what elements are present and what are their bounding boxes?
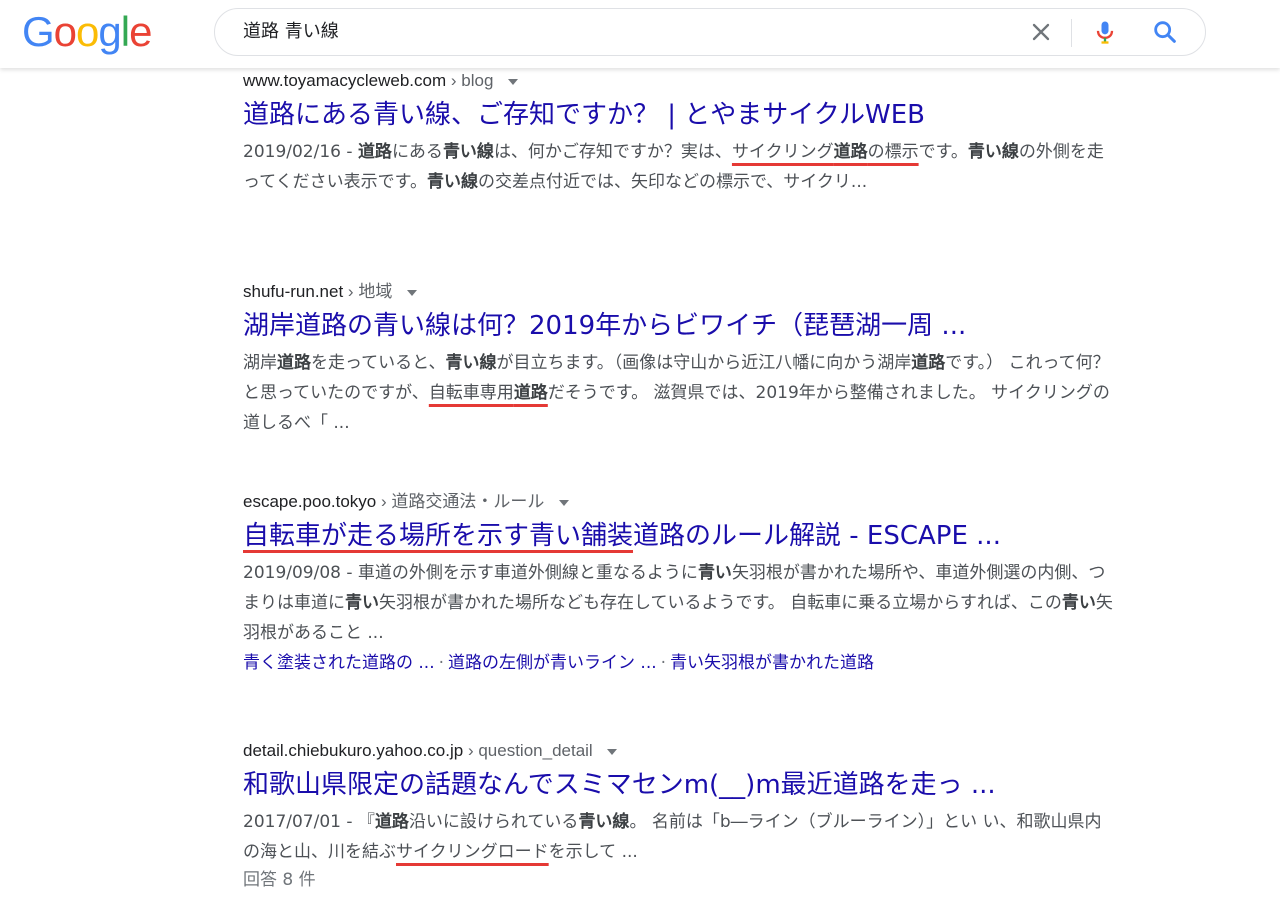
logo-letter: G <box>22 8 55 55</box>
highlighted-term: 青い線 <box>967 142 1019 162</box>
result-url[interactable]: detail.chiebukuro.yahoo.co.jp › question… <box>243 738 1123 764</box>
snippet-text: を示して ... <box>548 842 638 862</box>
snippet-text: は、何かご存知ですか？実は、 <box>493 142 732 162</box>
mic-icon[interactable] <box>1091 18 1119 46</box>
result-breadcrumb: question_detail <box>478 741 593 760</box>
search-icon[interactable] <box>1151 18 1179 46</box>
result-breadcrumb: blog <box>461 71 494 90</box>
snippet-text: サイクリング <box>731 142 834 162</box>
logo-letter: e <box>129 8 152 55</box>
result-domain: www.toyamacycleweb.com <box>243 71 447 90</box>
snippet-text: が目立ちます。（画像は守山から近江八幡に向かう湖岸 <box>496 353 912 373</box>
snippet-text: です。 <box>918 142 968 162</box>
result-title-link[interactable]: 道路にある青い線、ご存知ですか？ | とやまサイクルWEB <box>243 96 1123 134</box>
result-domain: shufu-run.net <box>243 282 344 301</box>
result-domain: detail.chiebukuro.yahoo.co.jp <box>243 741 464 760</box>
breadcrumb-separator: › <box>450 71 457 90</box>
result-url[interactable]: shufu-run.net › 地域 <box>243 279 1123 305</box>
highlighted-term: 青い線 <box>442 142 494 162</box>
snippet-text: にある <box>391 142 443 162</box>
highlighted-term: 道路 <box>357 142 392 162</box>
snippet-text: 湖岸 <box>243 353 277 373</box>
result-breadcrumb: 道路交通法・ルール <box>391 492 545 511</box>
chevron-down-icon[interactable] <box>559 499 570 506</box>
answer-count: 回答 8 件 <box>243 870 316 890</box>
chevron-down-icon[interactable] <box>508 78 519 85</box>
highlighted-term: 青い線 <box>445 353 497 373</box>
search-box[interactable]: 道路 青い線 <box>214 8 1206 56</box>
sitelink-separator: · <box>660 653 667 673</box>
snippet-text: 沿いに設けられている <box>408 812 579 832</box>
sitelink[interactable]: 青い矢羽根が書かれた道路 <box>670 653 874 673</box>
highlighted-term: 青い <box>345 593 379 613</box>
snippet-text: 自転車専用 <box>428 383 514 403</box>
logo-letter: g <box>98 8 121 55</box>
snippet-text: 道路のルール解説 - ESCAPE ... <box>633 521 1001 551</box>
highlighted-term: 青い <box>697 563 732 583</box>
highlighted-term: 道路 <box>833 142 868 162</box>
snippet-text: 自転車が走る場所を示す青い舗装 <box>243 521 634 551</box>
breadcrumb-separator: › <box>467 741 474 760</box>
logo-letter: l <box>120 8 130 55</box>
result-title-link[interactable]: 和歌山県限定の話題なんでスミマセンm(__)m最近道路を走っ ... <box>243 766 1123 804</box>
result-title-link[interactable]: 湖岸道路の青い線は何？2019年からビワイチ（琵琶湖一周 ... <box>243 307 1123 345</box>
search-result: detail.chiebukuro.yahoo.co.jp › question… <box>243 738 1123 893</box>
highlighted-term: 青い線 <box>426 172 478 192</box>
google-logo[interactable]: Google <box>22 8 152 56</box>
highlighted-term: 青い <box>1061 593 1096 613</box>
result-sitelinks: 青く塗装された道路の ... · 道路の左側が青いライン ... · 青い矢羽根が書かれ… <box>243 648 1123 678</box>
snippet-text: 2019/02/16 - <box>243 142 358 162</box>
snippet-text: 2017/07/01 - 『 <box>243 812 375 832</box>
sitelink-separator: · <box>438 653 445 673</box>
logo-letter: o <box>53 8 77 55</box>
highlighted-term: 青い線 <box>578 812 630 832</box>
snippet-text: の標示 <box>867 142 919 162</box>
search-divider <box>1071 19 1072 47</box>
highlighted-term: 道路 <box>911 353 946 373</box>
search-result: www.toyamacycleweb.com › blog 道路にある青い線、ご… <box>243 68 1123 197</box>
snippet-text: 矢羽根が書かれた場所なども存在しているようです。 自転車に乗る立場からすれば、こ… <box>379 593 1062 613</box>
snippet-text: 2019/09/08 - 車道の外側を示す車道外側線と重なるように <box>243 563 698 583</box>
sitelink[interactable]: 道路の左側が青いライン ... <box>448 653 657 673</box>
search-result: shufu-run.net › 地域 湖岸道路の青い線は何？2019年からビワイ… <box>243 279 1123 438</box>
result-title-link[interactable]: 自転車が走る場所を示す青い舗装道路のルール解説 - ESCAPE ... <box>243 517 1123 555</box>
result-breadcrumb: 地域 <box>358 282 393 301</box>
highlighted-term: 道路 <box>277 353 311 373</box>
result-url[interactable]: www.toyamacycleweb.com › blog <box>243 68 1123 94</box>
snippet-text: サイクリングロード <box>396 842 549 862</box>
chevron-down-icon[interactable] <box>607 748 618 755</box>
result-snippet: 湖岸道路を走っていると、青い線が目立ちます。（画像は守山から近江八幡に向かう湖岸… <box>243 348 1113 438</box>
sitelink[interactable]: 青く塗装された道路の ... <box>243 653 435 673</box>
search-result: escape.poo.tokyo › 道路交通法・ルール 自転車が走る場所を示す… <box>243 489 1123 678</box>
snippet-text: の交差点付近では、矢印などの標示で、サイクリ... <box>477 172 868 192</box>
search-input[interactable]: 道路 青い線 <box>243 20 339 44</box>
search-header: Google 道路 青い線 <box>0 0 1280 68</box>
highlighted-term: 道路 <box>374 812 409 832</box>
result-snippet: 2017/07/01 - 『道路沿いに設けられている青い線。 名前は「b―ライン… <box>243 807 1113 867</box>
highlighted-term: 道路 <box>513 383 548 403</box>
snippet-text: を走っていると、 <box>311 353 446 373</box>
breadcrumb-separator: › <box>347 282 354 301</box>
result-snippet: 2019/02/16 - 道路にある青い線は、何かご存知ですか？実は、サイクリン… <box>243 137 1113 197</box>
breadcrumb-separator: › <box>381 492 387 511</box>
logo-letter: o <box>76 8 99 55</box>
close-icon[interactable] <box>1027 18 1055 46</box>
chevron-down-icon[interactable] <box>407 289 418 296</box>
result-snippet: 2019/09/08 - 車道の外側を示す車道外側線と重なるように青い矢羽根が書… <box>243 558 1113 648</box>
result-url[interactable]: escape.poo.tokyo › 道路交通法・ルール <box>243 489 1123 515</box>
result-domain: escape.poo.tokyo <box>243 492 377 511</box>
